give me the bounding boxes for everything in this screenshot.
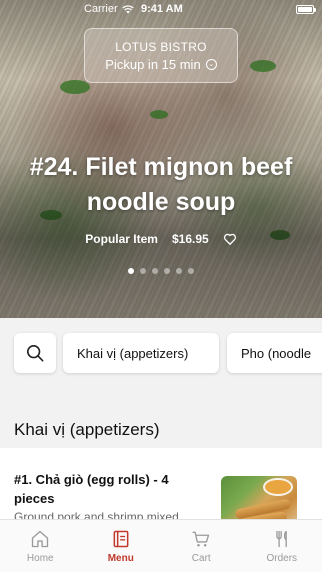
- popular-badge: Popular Item: [85, 232, 158, 246]
- section-title: Khai vị (appetizers): [14, 420, 160, 439]
- hero-image[interactable]: Carrier 9:41 AM LOTUS BISTRO Pickup in 1…: [0, 0, 322, 318]
- status-bar: Carrier 9:41 AM: [0, 0, 322, 20]
- battery-icon: [296, 5, 316, 14]
- menu-icon: [113, 530, 129, 548]
- home-icon: [32, 530, 49, 548]
- search-button[interactable]: [14, 333, 56, 373]
- category-chip-pho[interactable]: Pho (noodle: [227, 333, 322, 373]
- pickup-time-label: Pickup in 15 min: [105, 57, 201, 72]
- pickup-selector[interactable]: LOTUS BISTRO Pickup in 15 min ⌄: [84, 28, 238, 83]
- wifi-icon: [121, 4, 134, 13]
- restaurant-name: LOTUS BISTRO: [115, 40, 207, 54]
- featured-price: $16.95: [171, 232, 209, 246]
- carousel-dot[interactable]: [176, 268, 182, 274]
- carousel-dot[interactable]: [164, 268, 170, 274]
- tab-home-label: Home: [26, 553, 54, 564]
- carousel-dot[interactable]: [128, 268, 134, 274]
- utensils-icon: [276, 530, 287, 548]
- category-bar: Khai vị (appetizers) Pho (noodle: [0, 318, 322, 390]
- carousel-dot[interactable]: [140, 268, 146, 274]
- tab-orders-label: Orders: [266, 553, 298, 564]
- menu-item-name: #1. Chả giò (egg rolls) - 4 pieces: [14, 472, 169, 506]
- tab-menu[interactable]: Menu: [81, 520, 162, 572]
- category-chip-appetizers[interactable]: Khai vị (appetizers): [63, 333, 219, 373]
- tab-bar: Home Menu Cart Orders: [0, 519, 322, 572]
- tab-menu-label: Menu: [107, 553, 134, 564]
- tab-cart[interactable]: Cart: [161, 520, 242, 572]
- carousel-dots[interactable]: [0, 268, 322, 274]
- carousel-dot[interactable]: [152, 268, 158, 274]
- carousel-dot[interactable]: [188, 268, 194, 274]
- chevron-down-icon: ⌄: [205, 59, 217, 70]
- tab-home[interactable]: Home: [0, 520, 81, 572]
- cart-icon: [192, 531, 210, 547]
- carrier-label: Carrier: [84, 3, 118, 15]
- tab-orders[interactable]: Orders: [242, 520, 322, 572]
- search-icon: [26, 344, 44, 362]
- featured-dish-title: #24. Filet mignon beef noodle soup: [29, 153, 293, 216]
- status-time: 9:41 AM: [141, 3, 183, 15]
- tab-cart-label: Cart: [191, 553, 211, 564]
- heart-icon[interactable]: [223, 232, 237, 246]
